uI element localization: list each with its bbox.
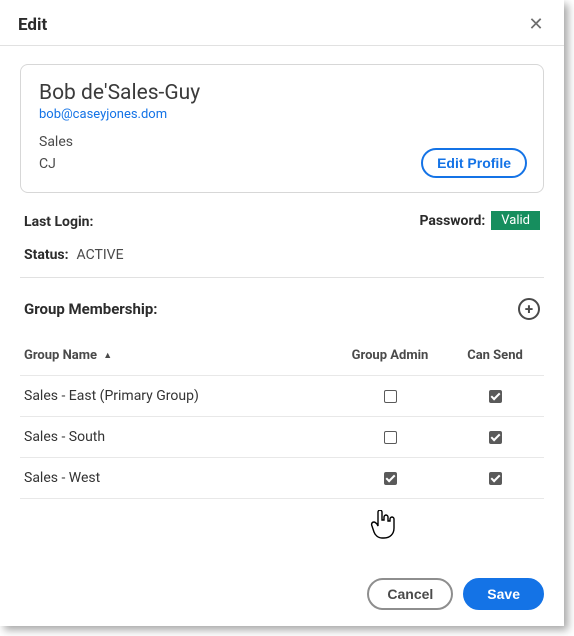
column-group-admin[interactable]: Group Admin [330,348,450,363]
modal-footer: Cancel Save [367,578,544,610]
column-can-send[interactable]: Can Send [450,348,540,363]
membership-title: Group Membership: [24,300,158,318]
plus-icon: + [525,300,533,318]
edit-profile-button[interactable]: Edit Profile [421,148,527,178]
group-admin-checkbox[interactable] [384,390,397,403]
table-header-row: Group Name ▲ Group Admin Can Send [20,336,544,376]
last-login-label: Last Login: [24,214,93,230]
modal-header: Edit ✕ [0,0,564,46]
table-row: Sales - East (Primary Group) [20,376,544,417]
can-send-checkbox[interactable] [489,431,502,444]
table-row: Sales - West [20,458,544,499]
can-send-checkbox[interactable] [489,390,502,403]
column-group-name-label: Group Name [24,348,97,363]
edit-user-modal: Edit ✕ Bob de'Sales-Guy bob@caseyjones.d… [0,0,564,626]
profile-name: Bob de'Sales-Guy [39,81,525,105]
info-section: Last Login: Password: Valid Status: ACTI… [20,211,544,263]
close-icon[interactable]: ✕ [526,14,546,35]
status-label: Status: [24,247,69,263]
cursor-hand-icon [370,510,396,540]
table-row: Sales - South [20,417,544,458]
modal-title: Edit [18,15,47,35]
profile-email[interactable]: bob@caseyjones.dom [39,107,525,122]
group-name-cell: Sales - South [24,429,330,445]
modal-body: Bob de'Sales-Guy bob@caseyjones.dom Sale… [0,46,564,499]
membership-header: Group Membership: + [20,298,544,320]
group-admin-checkbox[interactable] [384,472,397,485]
group-table: Group Name ▲ Group Admin Can Send Sales … [20,336,544,499]
divider [20,277,544,278]
add-group-button[interactable]: + [518,298,540,320]
profile-card: Bob de'Sales-Guy bob@caseyjones.dom Sale… [20,64,544,193]
group-name-cell: Sales - West [24,470,330,486]
password-status-badge: Valid [491,211,540,230]
info-line-login-password: Last Login: Password: Valid [24,211,540,230]
save-button[interactable]: Save [463,578,544,610]
group-name-cell: Sales - East (Primary Group) [24,388,330,404]
password-block: Password: Valid [419,211,540,230]
status-value: ACTIVE [77,247,124,263]
sort-ascending-icon: ▲ [103,350,112,361]
password-label: Password: [419,213,485,229]
cancel-button[interactable]: Cancel [367,578,453,610]
status-line: Status: ACTIVE [24,244,540,263]
group-admin-checkbox[interactable] [384,431,397,444]
column-group-name[interactable]: Group Name ▲ [24,348,330,363]
can-send-checkbox[interactable] [489,472,502,485]
